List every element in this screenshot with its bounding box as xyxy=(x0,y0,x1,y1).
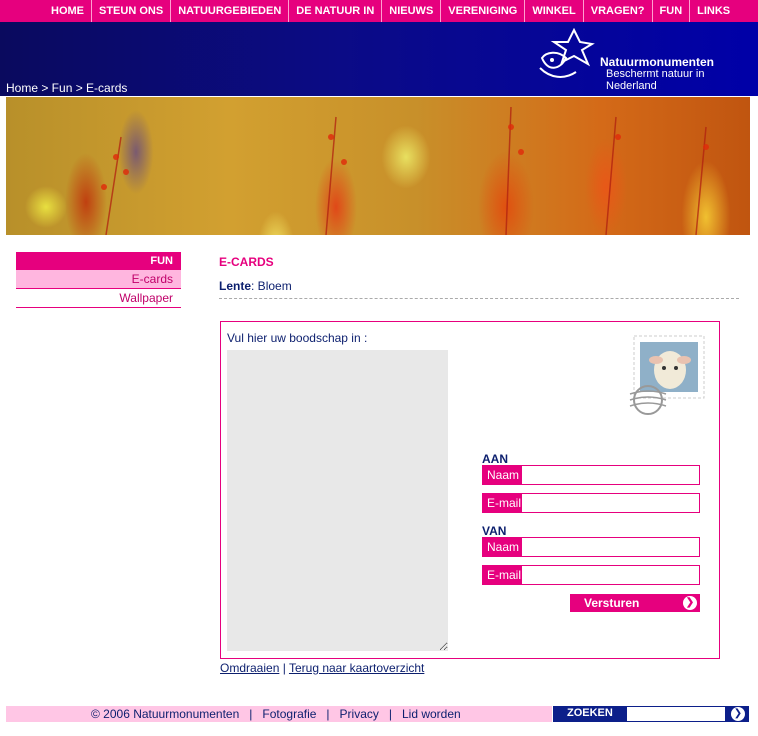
search-input[interactable] xyxy=(627,707,725,721)
card-season: Lente xyxy=(219,279,252,293)
nav-item-links[interactable]: LINKS xyxy=(689,0,737,22)
flip-card-link[interactable]: Omdraaien xyxy=(220,661,279,675)
to-email-label: E-mail adres xyxy=(483,494,522,528)
sidebar-item-wallpaper[interactable]: Wallpaper xyxy=(16,289,181,308)
card-theme: : Bloem xyxy=(251,279,292,293)
footer: © 2006 Natuurmonumenten | Fotografie | P… xyxy=(6,706,552,722)
from-name-field: Naam xyxy=(482,537,700,557)
message-textarea[interactable] xyxy=(227,350,448,651)
from-email-input[interactable] xyxy=(522,566,699,584)
bird-logo-icon xyxy=(539,28,595,78)
card-links: Omdraaien | Terug naar kaartoverzicht xyxy=(220,661,424,675)
sidebar-item-ecards[interactable]: E-cards xyxy=(16,270,181,289)
nav-item-nieuws[interactable]: NIEUWS xyxy=(381,0,440,22)
to-heading: AAN xyxy=(482,452,508,466)
sundew-photo-graphic xyxy=(101,106,709,235)
logo-name: Natuurmonumenten xyxy=(600,55,714,69)
from-name-input[interactable] xyxy=(522,538,699,556)
from-email-label: E-mail adres xyxy=(483,566,522,600)
link-separator: | xyxy=(282,661,286,675)
ecard-form: Vul hier uw boodschap in : AAN Naam E-ma… xyxy=(220,321,720,659)
send-label: Versturen xyxy=(584,596,640,610)
to-name-input[interactable] xyxy=(522,466,699,484)
nav-item-vereniging[interactable]: VERENIGING xyxy=(440,0,524,22)
top-navigation: HOME STEUN ONS NATUURGEBIEDEN DE NATUUR IN N… xyxy=(0,0,758,22)
to-email-field: E-mail adres xyxy=(482,493,700,528)
nav-item-fun[interactable]: FUN xyxy=(651,0,690,22)
nav-item-vragen[interactable]: VRAGEN? xyxy=(582,0,652,22)
sidebar: FUN E-cards Wallpaper xyxy=(16,252,181,308)
search-label: ZOEKEN xyxy=(567,707,613,719)
footer-text: © 2006 Natuurmonumenten | Fotografie | P… xyxy=(91,707,461,721)
page-title: E-CARDS xyxy=(219,255,274,269)
arrow-right-icon: ❯ xyxy=(683,596,697,610)
from-name-label: Naam xyxy=(483,538,522,556)
to-name-field: Naam xyxy=(482,465,700,485)
nav-item-natuurgebieden[interactable]: NATUURGEBIEDEN xyxy=(170,0,288,22)
from-heading: VAN xyxy=(482,524,507,538)
breadcrumb[interactable]: Home > Fun > E-cards xyxy=(6,81,127,95)
banner-image xyxy=(6,97,750,235)
message-label: Vul hier uw boodschap in : xyxy=(227,331,368,345)
send-button[interactable]: Versturen ❯ xyxy=(570,594,700,612)
back-to-overview-link[interactable]: Terug naar kaartoverzicht xyxy=(289,661,424,675)
nav-item-steun-ons[interactable]: STEUN ONS xyxy=(91,0,170,22)
to-email-input[interactable] xyxy=(522,494,699,512)
nav-item-winkel[interactable]: WINKEL xyxy=(524,0,582,22)
divider xyxy=(219,298,739,299)
site-logo[interactable]: Natuurmonumenten Beschermt natuur in Ned… xyxy=(536,28,751,92)
to-name-label: Naam xyxy=(483,466,522,484)
sidebar-heading: FUN xyxy=(16,252,181,270)
card-subtitle: Lente: Bloem xyxy=(219,279,292,293)
logo-tagline: Beschermt natuur in Nederland xyxy=(606,68,705,92)
search-go-icon[interactable]: ❯ xyxy=(731,707,745,721)
lamb-stamp-icon xyxy=(629,335,705,415)
nav-item-home[interactable]: HOME xyxy=(44,0,91,22)
nav-item-de-natuur-in[interactable]: DE NATUUR IN xyxy=(288,0,381,22)
from-email-field: E-mail adres xyxy=(482,565,700,600)
search-box: ZOEKEN ❯ xyxy=(553,706,749,722)
